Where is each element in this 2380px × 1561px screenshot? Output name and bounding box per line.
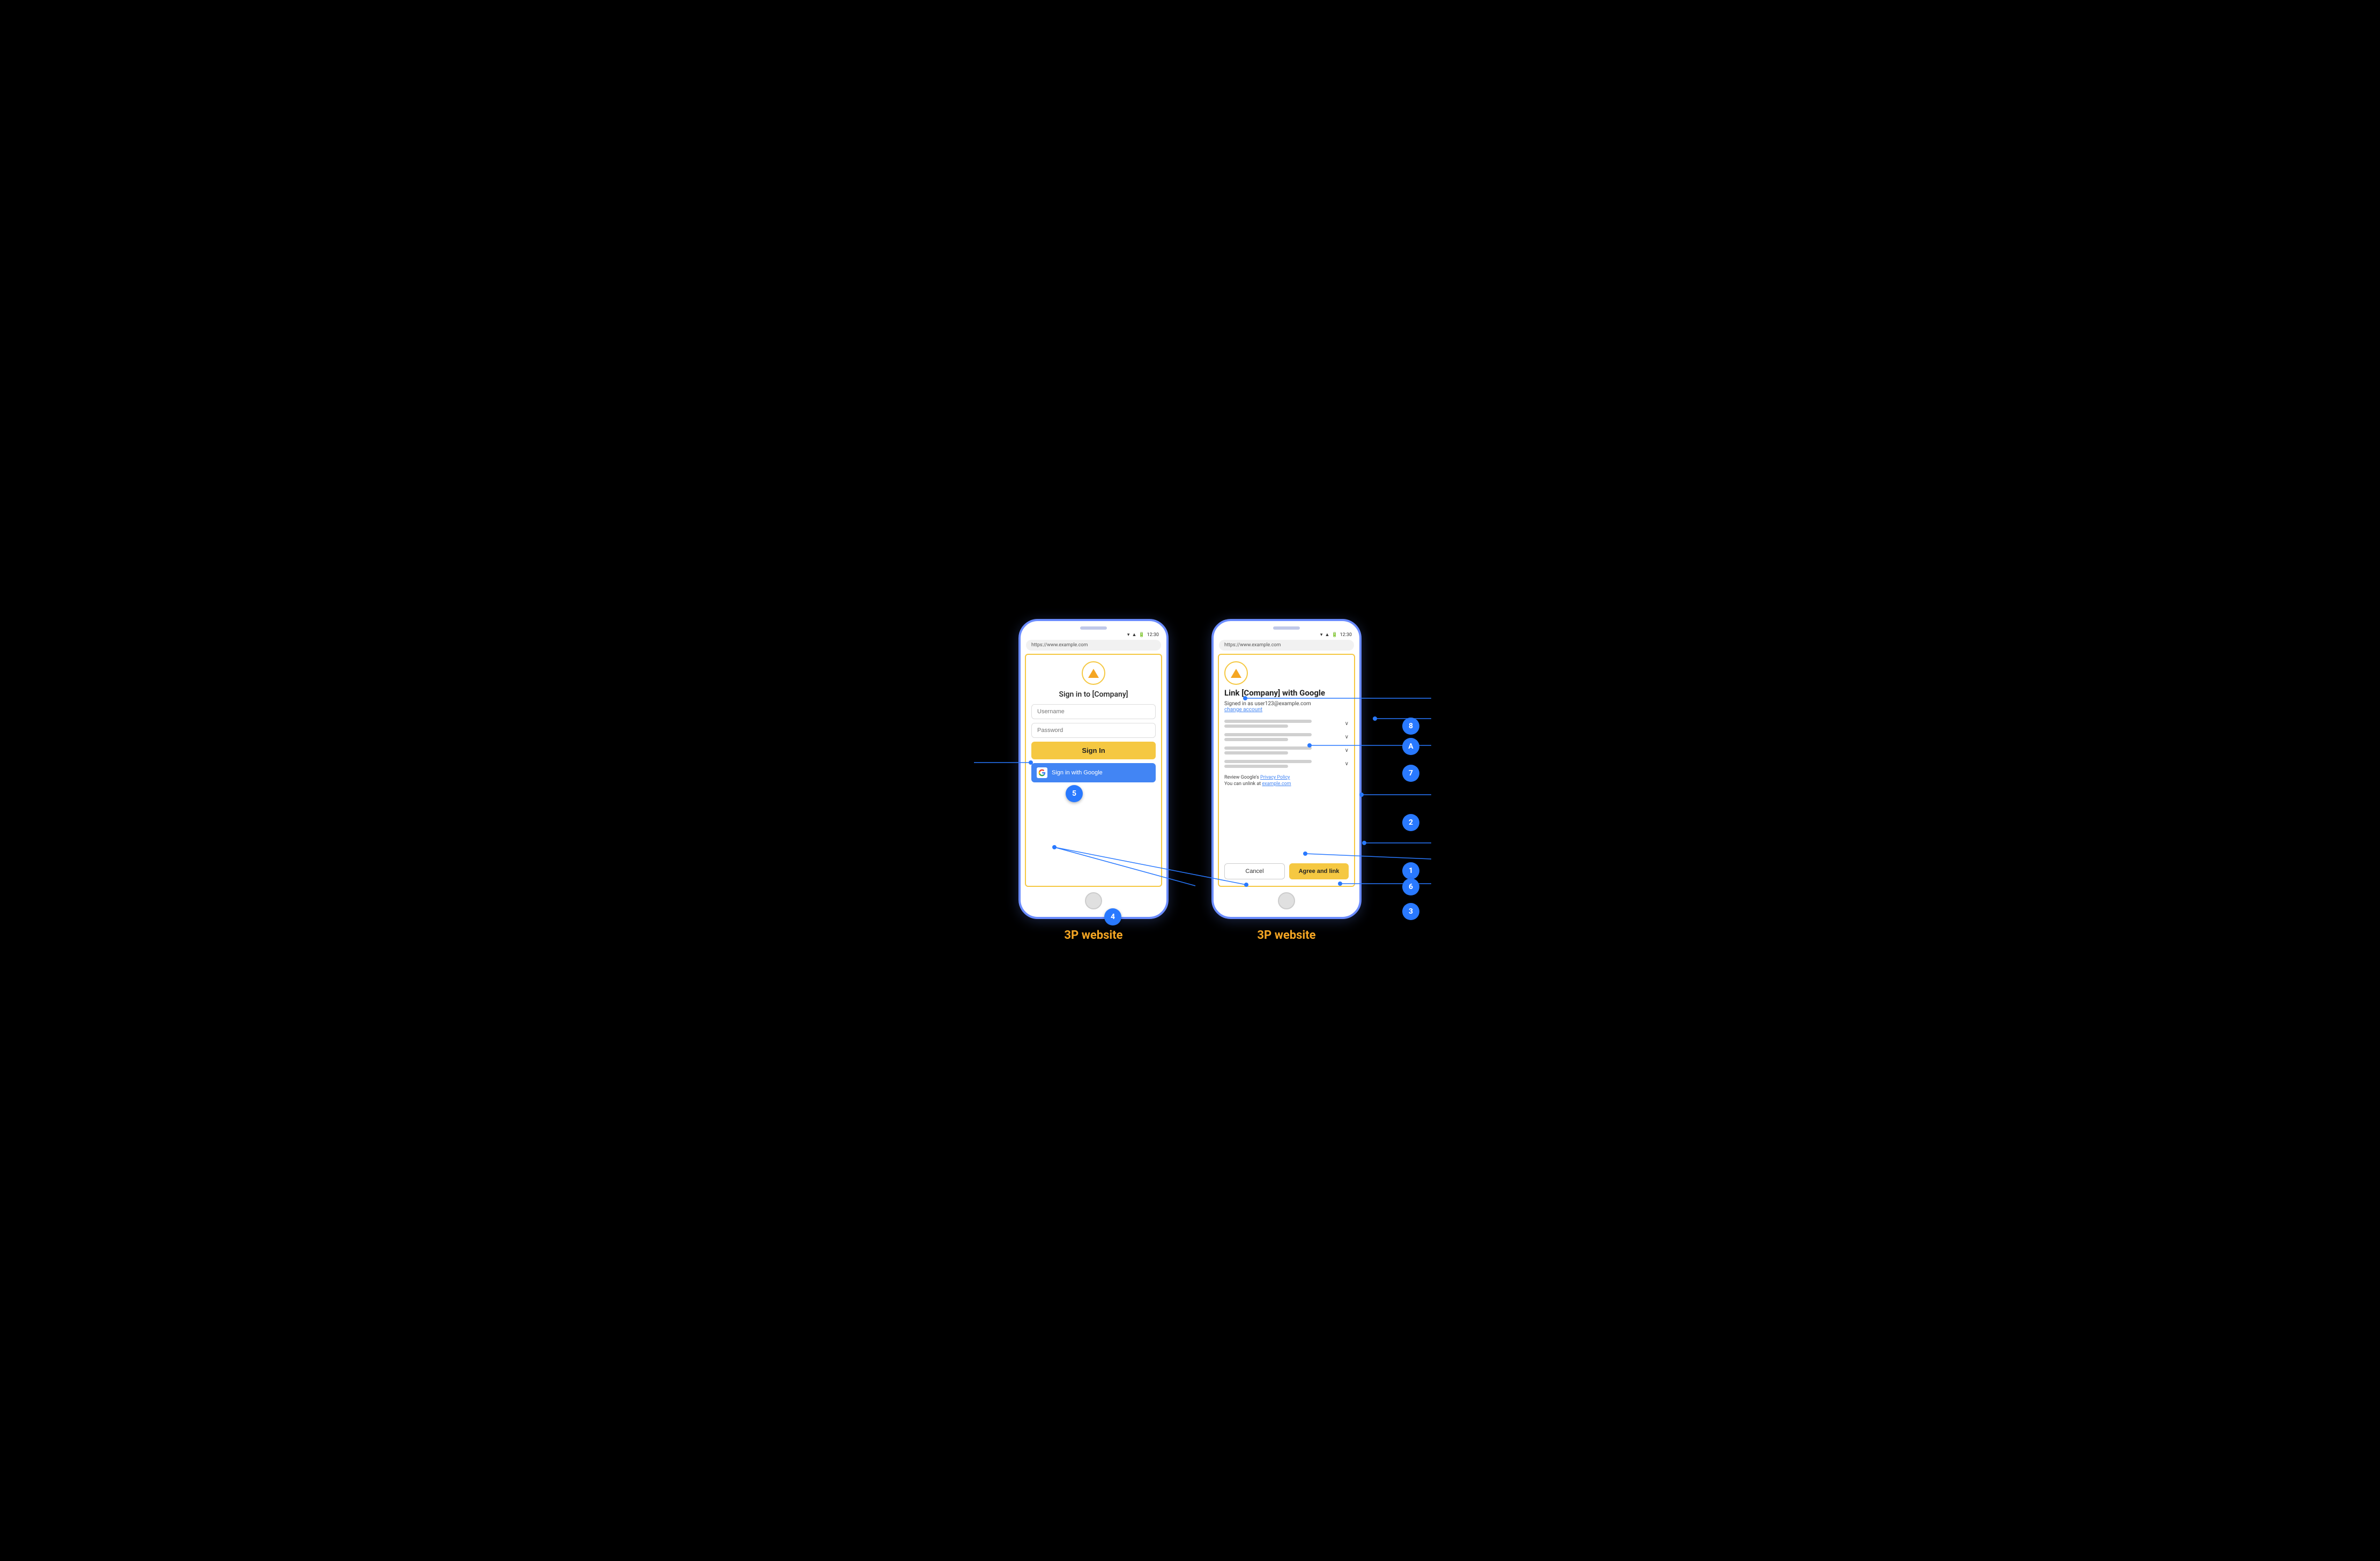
perm-lines-3	[1224, 746, 1341, 755]
left-status-bar: ▾ ▲ 🔋 12:30	[1021, 632, 1166, 640]
google-btn-text: Sign in with Google	[1052, 770, 1103, 776]
left-company-logo	[1082, 661, 1105, 685]
left-phone-notch	[1080, 626, 1107, 630]
privacy-policy-link[interactable]: Privacy Policy	[1260, 775, 1290, 780]
left-phone-label: 3P website	[1064, 929, 1122, 942]
annotation-7: 7	[1402, 765, 1419, 782]
perm-row-2: ∨	[1224, 730, 1349, 744]
annotation-4: 4	[1104, 908, 1121, 925]
chevron-down-icon-4[interactable]: ∨	[1345, 761, 1349, 767]
username-input[interactable]	[1031, 704, 1156, 719]
perm-line	[1224, 720, 1312, 723]
right-signal-icon: ▲	[1325, 632, 1329, 638]
right-phone-label: 3P website	[1257, 929, 1315, 942]
signal-icon: ▲	[1132, 632, 1136, 638]
battery-icon: 🔋	[1139, 632, 1144, 638]
right-wifi-icon: ▾	[1320, 632, 1323, 638]
perm-lines-2	[1224, 733, 1341, 741]
wifi-icon: ▾	[1127, 632, 1130, 638]
left-phone-content: Sign in to [Company] Sign In	[1025, 654, 1162, 887]
annotation-2: 2	[1402, 814, 1419, 831]
chevron-down-icon-3[interactable]: ∨	[1345, 748, 1349, 753]
right-triangle-logo-icon	[1231, 669, 1241, 678]
right-status-bar: ▾ ▲ 🔋 12:30	[1214, 632, 1359, 640]
signed-in-text: Signed in as user123@example.com	[1224, 701, 1311, 707]
perm-row-3: ∨	[1224, 744, 1349, 757]
permission-rows: ∨ ∨	[1224, 717, 1349, 771]
link-title: Link [Company] with Google	[1224, 688, 1325, 698]
perm-line	[1224, 733, 1312, 736]
chevron-down-icon-2[interactable]: ∨	[1345, 734, 1349, 740]
perm-line	[1224, 751, 1288, 755]
unlink-link[interactable]: example.com	[1262, 781, 1291, 787]
chevron-down-icon-1[interactable]: ∨	[1345, 721, 1349, 727]
left-home-button[interactable]	[1085, 892, 1102, 909]
annotation-6: 6	[1402, 878, 1419, 895]
left-signin-title: Sign in to [Company]	[1059, 690, 1128, 699]
privacy-text: Review Google's Privacy Policy	[1224, 775, 1290, 780]
right-phone-top-bar	[1214, 621, 1359, 632]
left-phone-bottom	[1021, 887, 1166, 917]
annotation-A: A	[1402, 738, 1419, 755]
left-phone-top-bar	[1021, 621, 1166, 632]
annotation-1: 1	[1402, 862, 1419, 879]
left-phone-wrapper: ▾ ▲ 🔋 12:30 https://www.example.com Sign…	[1018, 619, 1169, 942]
perm-row-4: ∨	[1224, 757, 1349, 771]
annotation-5: 5	[1066, 785, 1083, 802]
perm-line	[1224, 725, 1288, 728]
perm-line	[1224, 765, 1288, 768]
diagram-container: ▾ ▲ 🔋 12:30 https://www.example.com Sign…	[892, 586, 1488, 976]
time-display: 12:30	[1147, 632, 1159, 638]
annotation-8: 8	[1402, 718, 1419, 735]
triangle-logo-icon	[1088, 669, 1099, 678]
action-buttons: Cancel Agree and link	[1224, 863, 1349, 879]
unlink-text: You can unlink at example.com	[1224, 781, 1291, 787]
annotation-3: 3	[1402, 903, 1419, 920]
perm-lines-1	[1224, 720, 1341, 728]
right-phone-bottom	[1214, 887, 1359, 917]
perm-line	[1224, 738, 1288, 741]
right-home-button[interactable]	[1278, 892, 1295, 909]
phones-row: ▾ ▲ 🔋 12:30 https://www.example.com Sign…	[1018, 619, 1362, 942]
google-icon-wrap	[1037, 767, 1047, 778]
right-company-logo	[1224, 661, 1248, 685]
sign-in-with-google-button[interactable]: Sign in with Google	[1031, 763, 1156, 782]
google-g-icon	[1038, 769, 1046, 776]
agree-and-link-button[interactable]: Agree and link	[1289, 863, 1349, 879]
password-input[interactable]	[1031, 723, 1156, 738]
right-browser-bar: https://www.example.com	[1219, 640, 1354, 651]
perm-lines-4	[1224, 760, 1341, 768]
perm-line	[1224, 760, 1312, 763]
left-url: https://www.example.com	[1031, 643, 1088, 648]
right-url: https://www.example.com	[1224, 643, 1281, 648]
right-phone-content: Link [Company] with Google Signed in as …	[1218, 654, 1355, 887]
right-battery-icon: 🔋	[1332, 632, 1337, 638]
right-time-display: 12:30	[1340, 632, 1352, 638]
sign-in-button[interactable]: Sign In	[1031, 742, 1156, 759]
change-account-link[interactable]: change account	[1224, 707, 1262, 713]
right-phone-notch	[1273, 626, 1300, 630]
left-browser-bar: https://www.example.com	[1026, 640, 1161, 651]
perm-line	[1224, 746, 1312, 750]
right-phone-wrapper: ▾ ▲ 🔋 12:30 https://www.example.com Link…	[1211, 619, 1362, 942]
perm-row-1: ∨	[1224, 717, 1349, 730]
right-phone: ▾ ▲ 🔋 12:30 https://www.example.com Link…	[1211, 619, 1362, 919]
cancel-button[interactable]: Cancel	[1224, 863, 1285, 879]
left-phone: ▾ ▲ 🔋 12:30 https://www.example.com Sign…	[1018, 619, 1169, 919]
